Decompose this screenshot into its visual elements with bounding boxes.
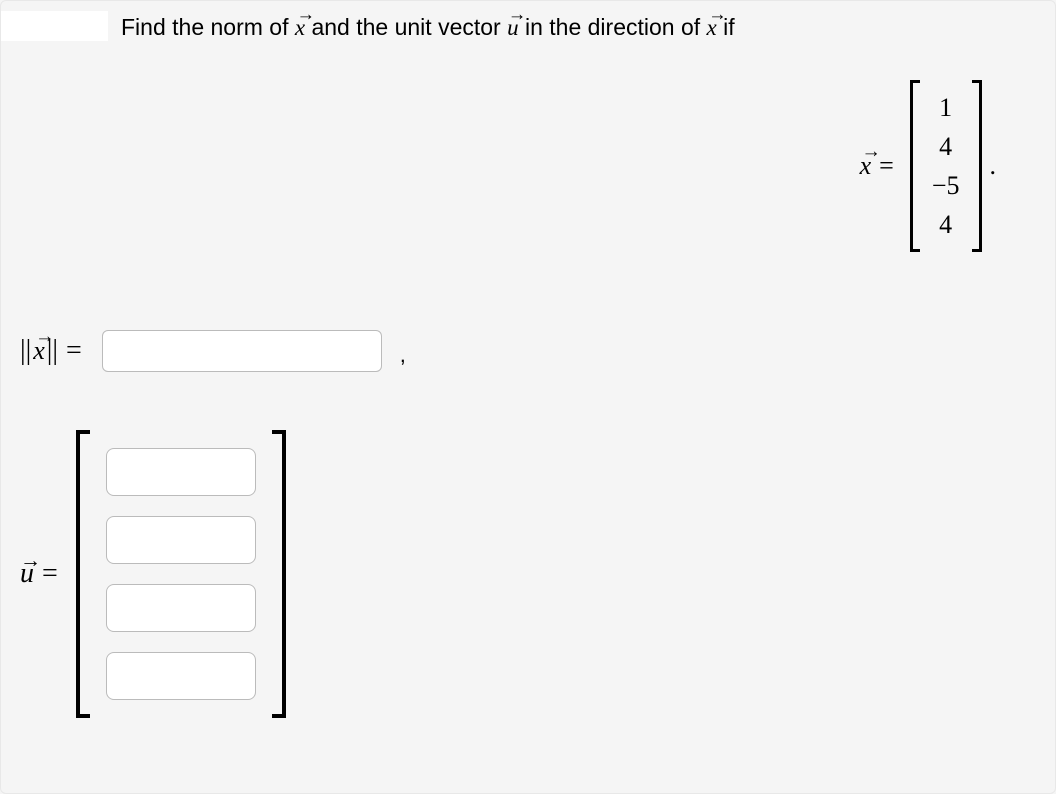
unit-vector-section: u = [20, 430, 286, 718]
unit-vector-input-4[interactable] [106, 652, 256, 700]
norm-answer-section: ||x|| = , [20, 330, 406, 372]
norm-bars-left: || [20, 335, 31, 367]
vector-equals: x = [860, 151, 902, 181]
period: . [990, 151, 997, 181]
question-text: Find the norm of x and the unit vector u… [109, 11, 735, 43]
input-column [106, 430, 256, 718]
matrix-value-3: −5 [932, 166, 960, 205]
matrix-value-1: 1 [932, 88, 960, 127]
prompt-text-3: in the direction of [519, 14, 707, 40]
norm-label: ||x|| = [20, 335, 90, 367]
matrix-value-2: 4 [932, 127, 960, 166]
u-equals: = [42, 558, 58, 590]
unit-vector-input-3[interactable] [106, 584, 256, 632]
question-number-box [1, 11, 109, 41]
problem-container: Find the norm of x and the unit vector u… [0, 0, 1056, 794]
input-right-bracket-icon [272, 430, 286, 718]
left-bracket-icon [910, 80, 920, 252]
matrix-value-4: 4 [932, 205, 960, 244]
question-row: Find the norm of x and the unit vector u… [1, 1, 1055, 43]
right-bracket-icon [972, 80, 982, 252]
comma-separator: , [400, 342, 406, 372]
x-vector-label: x [860, 151, 872, 181]
u-vector-symbol: u [507, 13, 519, 43]
given-vector-display: x = 1 4 −5 4 . [860, 80, 996, 252]
input-left-bracket-icon [76, 430, 90, 718]
prompt-text-1: Find the norm of [121, 14, 295, 40]
vector-matrix: 1 4 −5 4 [910, 80, 982, 252]
unit-vector-input-2[interactable] [106, 516, 256, 564]
u-label: u = [20, 558, 66, 590]
u-vector-label: u [20, 558, 34, 590]
unit-vector-input-matrix [76, 430, 286, 718]
norm-input[interactable] [102, 330, 382, 372]
equals-sign: = [879, 151, 894, 181]
x-vector-symbol: x [295, 13, 305, 43]
norm-x-symbol: x [33, 336, 45, 366]
matrix-values: 1 4 −5 4 [920, 80, 972, 252]
x-vector-symbol-2: x [707, 13, 717, 43]
norm-equals: = [66, 335, 82, 367]
prompt-text-2: and the unit vector [305, 14, 507, 40]
unit-vector-input-1[interactable] [106, 448, 256, 496]
